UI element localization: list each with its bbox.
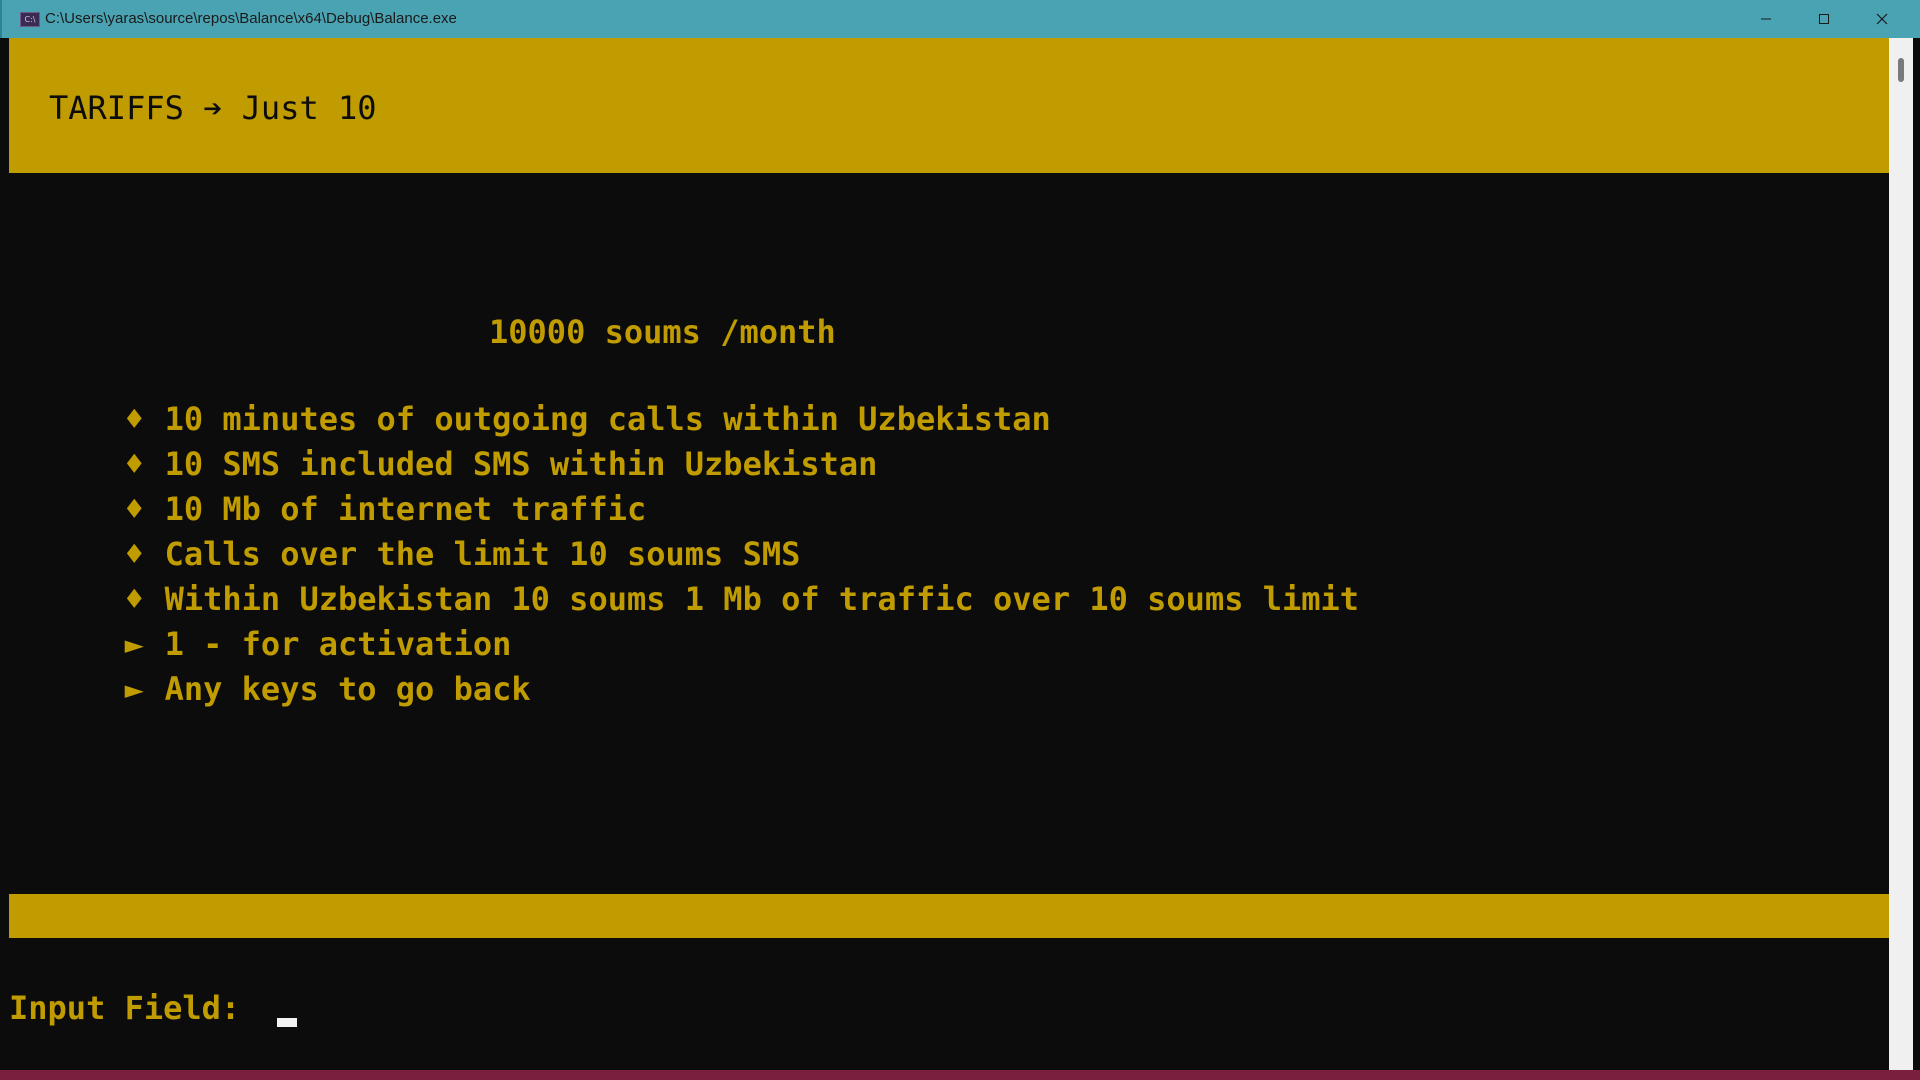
- feature-item: ♦ 10 Mb of internet traffic: [9, 449, 647, 528]
- option-activate: ► 1 - for activation: [9, 584, 512, 663]
- window-title: C:\Users\yaras\source\repos\Balance\x64\…: [45, 10, 457, 27]
- title-bar[interactable]: C:\ C:\Users\yaras\source\repos\Balance\…: [0, 0, 1920, 38]
- minimize-icon: [1761, 18, 1771, 20]
- footer-band: [9, 894, 1889, 938]
- option-text: Any keys to go back: [164, 670, 531, 708]
- scrollbar-thumb[interactable]: [1898, 58, 1904, 82]
- arrow-pointer-icon: ►: [124, 670, 144, 708]
- maximize-button[interactable]: [1795, 0, 1853, 38]
- option-back: ► Any keys to go back: [9, 629, 531, 708]
- text-cursor[interactable]: [277, 1018, 297, 1027]
- taskbar-strip: [0, 1070, 1920, 1080]
- minimize-button[interactable]: [1737, 0, 1795, 38]
- feature-item: ♦ Calls over the limit 10 soums SMS: [9, 494, 801, 573]
- input-field-label: Input Field:: [9, 989, 241, 1027]
- tariff-price: 10000 soums /month: [489, 313, 836, 351]
- close-icon: [1876, 13, 1888, 25]
- feature-item: ♦ 10 minutes of outgoing calls within Uzb…: [9, 359, 1051, 438]
- header-band: TARIFFS ➔ Just 10: [9, 38, 1889, 173]
- console-area[interactable]: TARIFFS ➔ Just 10 10000 soums /month ♦ 10…: [9, 38, 1889, 1070]
- feature-item: ♦ Within Uzbekistan 10 soums 1 Mb of traf…: [9, 539, 1359, 618]
- vertical-scrollbar[interactable]: [1889, 38, 1913, 1070]
- page-title: TARIFFS ➔ Just 10: [49, 89, 377, 127]
- feature-item: ♦ 10 SMS included SMS within Uzbekistan: [9, 404, 878, 483]
- console-app-icon: C:\: [20, 12, 40, 27]
- console-window: C:\ C:\Users\yaras\source\repos\Balance\…: [0, 0, 1920, 1080]
- close-button[interactable]: [1853, 0, 1911, 38]
- maximize-icon: [1819, 14, 1829, 24]
